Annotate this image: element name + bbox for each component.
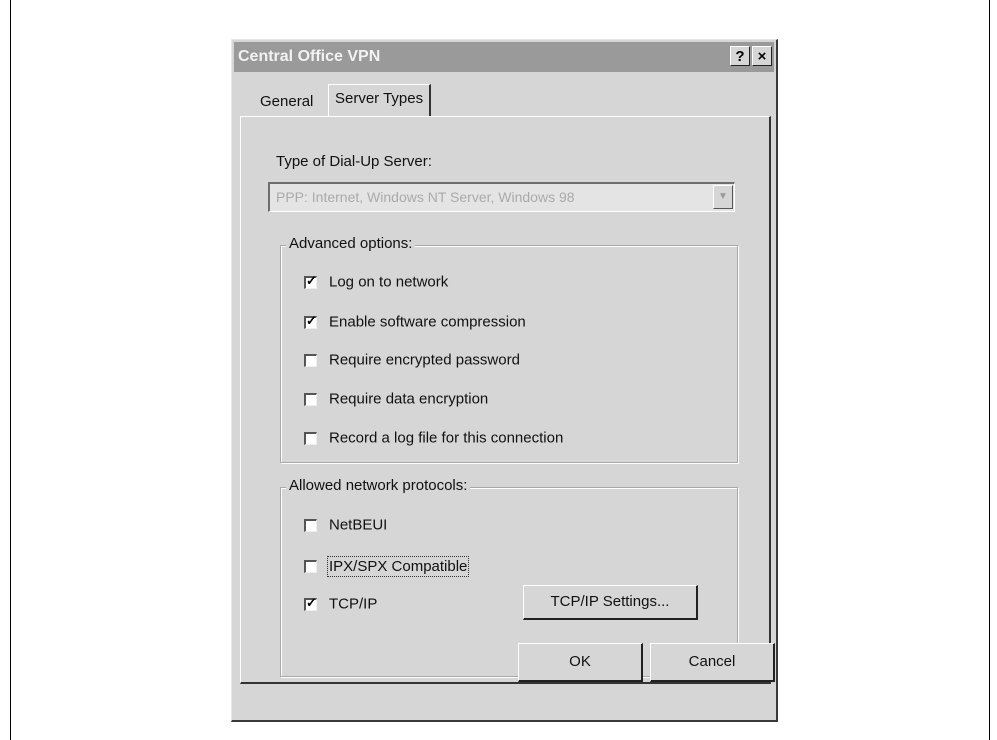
server-type-value: PPP: Internet, Windows NT Server, Window… xyxy=(276,189,575,205)
checkbox-icon[interactable]: ✓ xyxy=(304,274,317,289)
ok-button[interactable]: OK xyxy=(518,643,643,682)
checkbox-icon[interactable] xyxy=(304,392,317,406)
advanced-options-title: Advanced options: xyxy=(286,235,416,252)
protocol-ipx-spx[interactable]: IPX/SPX Compatible xyxy=(304,555,470,577)
tab-general[interactable]: General xyxy=(254,88,319,116)
option-label: Require data encryption xyxy=(329,390,489,408)
checkbox-icon[interactable] xyxy=(304,431,317,445)
server-type-select[interactable]: PPP: Internet, Windows NT Server, Window… xyxy=(268,182,735,212)
option-log-on-network[interactable]: ✓ Log on to network xyxy=(304,273,448,293)
checkbox-icon[interactable] xyxy=(304,559,317,573)
help-button[interactable]: ? xyxy=(730,46,750,66)
option-label: Require encrypted password xyxy=(329,351,520,369)
option-encrypted-password[interactable]: Require encrypted password xyxy=(304,351,520,371)
vpn-properties-dialog: Central Office VPN ? × General Server Ty… xyxy=(231,39,778,722)
checkbox-icon[interactable] xyxy=(304,353,317,367)
cancel-button[interactable]: Cancel xyxy=(650,643,775,682)
title-bar[interactable]: Central Office VPN ? × xyxy=(234,42,774,72)
option-label: Log on to network xyxy=(329,273,449,291)
protocol-tcp-ip[interactable]: ✓ TCP/IP xyxy=(304,595,377,615)
network-protocols-title: Allowed network protocols: xyxy=(286,477,471,494)
checkbox-icon[interactable] xyxy=(304,518,317,532)
checkbox-icon[interactable]: ✓ xyxy=(304,596,317,611)
server-type-label: Type of Dial-Up Server: xyxy=(276,153,432,170)
tab-server-types[interactable]: Server Types xyxy=(328,84,432,116)
chevron-down-icon[interactable]: ▼ xyxy=(713,185,733,209)
checkbox-icon[interactable]: ✓ xyxy=(304,314,317,329)
protocol-label: IPX/SPX Compatible xyxy=(326,555,470,577)
protocol-label: TCP/IP xyxy=(329,595,378,613)
option-data-encryption[interactable]: Require data encryption xyxy=(304,390,488,410)
protocol-netbeui[interactable]: NetBEUI xyxy=(304,516,387,536)
tcp-ip-settings-button[interactable]: TCP/IP Settings... xyxy=(523,585,698,620)
close-button[interactable]: × xyxy=(752,46,772,66)
protocol-label: NetBEUI xyxy=(329,516,388,534)
option-record-log-file[interactable]: Record a log file for this connection xyxy=(304,429,563,449)
dialog-title: Central Office VPN xyxy=(238,48,381,65)
option-label: Enable software compression xyxy=(329,313,526,331)
option-software-compression[interactable]: ✓ Enable software compression xyxy=(304,313,526,333)
option-label: Record a log file for this connection xyxy=(329,429,564,447)
